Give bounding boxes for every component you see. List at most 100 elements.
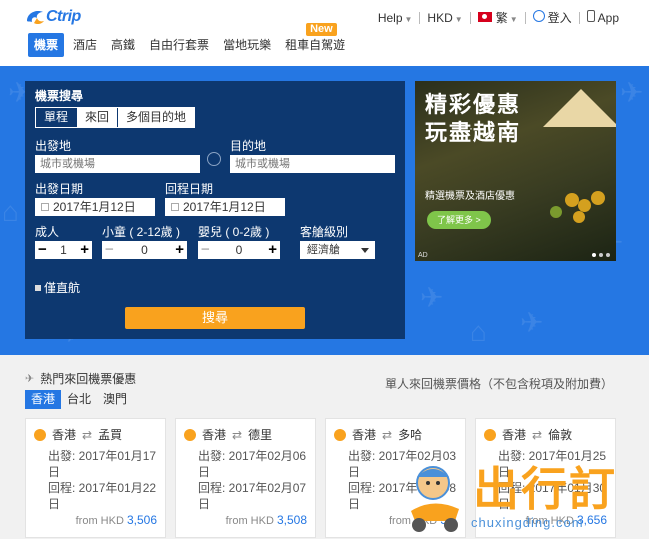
adult-stepper: − 1 + — [35, 241, 92, 259]
origin-label: 出發地 — [35, 139, 72, 153]
deal-card[interactable]: 香港 ⇄ 孟買 出發: 2017年01月17日 回程: 2017年01月22日 … — [25, 418, 166, 538]
plane-pattern-icon: ✈ — [420, 282, 444, 313]
nav-flights[interactable]: 機票 — [28, 33, 65, 57]
return-date: 回程: 2017年02月07日 — [198, 481, 307, 511]
depart-date-label: 出發日期 — [35, 182, 84, 196]
deal-route: 香港 ⇄ 多哈 — [334, 426, 422, 443]
new-badge: New — [306, 23, 337, 36]
tab-macau[interactable]: 澳門 — [97, 390, 133, 409]
divider — [578, 11, 580, 24]
divider — [524, 11, 526, 24]
price-note: 單人來回機票價格（不包含稅項及附加費） — [384, 377, 613, 391]
deal-card[interactable]: 香港 ⇄ 德里 出發: 2017年02月06日 回程: 2017年02月07日 … — [175, 418, 316, 538]
return-date-field[interactable]: 2017年1月12日 — [165, 198, 285, 216]
plane-pattern-icon: ✈ — [620, 77, 644, 108]
user-icon — [532, 10, 545, 22]
infant-stepper: − 0 + — [198, 241, 280, 259]
login-label: 登入 — [547, 11, 572, 25]
round-trip-icon: ⇄ — [382, 427, 393, 442]
price-prefix: from HKD — [225, 515, 274, 527]
promo-title: 精彩優惠 玩盡越南 — [425, 91, 521, 147]
login-link[interactable]: 登入 — [532, 9, 572, 26]
direct-only-checkbox[interactable]: 僅直航 — [35, 279, 80, 296]
destination-input[interactable] — [230, 155, 395, 173]
chevron-down-icon: ▼ — [454, 14, 463, 24]
tab-one-way[interactable]: 單程 — [36, 108, 78, 127]
nav-activities[interactable]: 當地玩樂 — [218, 33, 276, 57]
minus-icon[interactable]: − — [105, 242, 114, 257]
help-menu[interactable]: Help ▼ — [378, 11, 413, 25]
hero-banner: ✈ ✈ ✈ ✈ ✈ ✈ ⌂ ⌂ 機票搜尋 單程 來回 多個目的地 出發地 目的地… — [0, 66, 649, 355]
vietnam-promo-ad[interactable]: 精彩優惠 玩盡越南 · 精選機票及酒店優惠 了解更多 > AD — [415, 81, 616, 261]
origin-input[interactable] — [35, 155, 200, 173]
dolphin-icon — [27, 11, 44, 25]
chevron-down-icon: ▼ — [509, 15, 518, 24]
round-trip-icon: ⇄ — [82, 427, 93, 442]
search-button[interactable]: 搜尋 — [125, 307, 305, 329]
nav-car-rental[interactable]: 租車自駕遊 New — [280, 23, 350, 57]
plane-pattern-icon: ✈ — [520, 307, 544, 338]
round-trip-icon: ⇄ — [532, 427, 543, 442]
adult-label: 成人 — [35, 225, 60, 239]
promo-title-dot: · — [469, 121, 473, 135]
depart-date-value: 2017年1月12日 — [53, 200, 136, 214]
swap-icon[interactable] — [207, 152, 221, 166]
deal-price: from HKD 3,506 — [76, 513, 157, 527]
fruit-icon — [550, 206, 562, 218]
carousel-dot[interactable] — [592, 253, 596, 257]
chevron-down-icon: ▼ — [404, 14, 413, 24]
deal-route: 香港 ⇄ 德里 — [184, 426, 272, 443]
cabin-label: 客艙級別 — [300, 225, 349, 239]
carousel-dot[interactable] — [606, 253, 610, 257]
help-label: Help — [377, 10, 403, 25]
main-nav: 機票 酒店 高鐵 自由行套票 當地玩樂 租車自駕遊 New — [28, 23, 354, 57]
tab-hong-kong[interactable]: 香港 — [25, 390, 62, 409]
tab-taipei[interactable]: 台北 — [61, 390, 97, 409]
depart-date-field[interactable]: 2017年1月12日 — [35, 198, 155, 216]
airline-icon — [334, 428, 346, 441]
app-link[interactable]: App — [586, 10, 619, 25]
currency-menu[interactable]: HKD ▼ — [427, 11, 462, 25]
return-date-label: 回程日期 — [165, 182, 214, 196]
calendar-icon — [171, 203, 179, 211]
minus-icon[interactable]: − — [38, 242, 47, 257]
departure-city-tabs: 香港 台北 澳門 — [25, 390, 133, 409]
plus-icon[interactable]: + — [175, 242, 184, 257]
promo-subtitle: 精選機票及酒店優惠 — [425, 191, 515, 202]
airline-icon — [484, 428, 496, 441]
deal-route: 香港 ⇄ 孟買 — [34, 426, 122, 443]
watermark-url: chuxingding.com — [471, 515, 584, 530]
cabin-select[interactable]: 經濟艙 — [300, 241, 375, 259]
plus-icon[interactable]: + — [268, 242, 277, 257]
language-label: 繁 — [495, 11, 508, 25]
plane-pattern-icon: ⌂ — [2, 196, 19, 227]
divider — [469, 11, 471, 24]
depart-date: 出發: 2017年02月06日 — [198, 449, 307, 479]
route-to: 多哈 — [398, 428, 423, 442]
learn-more-button[interactable]: 了解更多 > — [427, 211, 491, 229]
conical-hat-icon — [543, 89, 616, 127]
fruit-icon — [565, 193, 579, 207]
route-from: 香港 — [502, 428, 527, 442]
minus-icon[interactable]: − — [201, 242, 210, 257]
infant-label: 嬰兒 ( 0-2歲 ) — [198, 225, 270, 239]
tab-multi-city[interactable]: 多個目的地 — [118, 108, 195, 127]
promo-title-line1: 精彩優惠 — [425, 92, 522, 117]
ctrip-logo[interactable]: Ctrip — [24, 6, 81, 28]
carousel-dot[interactable] — [599, 253, 603, 257]
plus-icon[interactable]: + — [80, 242, 89, 257]
nav-packages[interactable]: 自由行套票 — [144, 33, 214, 57]
route-from: 香港 — [202, 428, 227, 442]
plane-pattern-icon: ⌂ — [470, 316, 487, 347]
nav-hotels[interactable]: 酒店 — [68, 33, 102, 57]
panel-title: 機票搜尋 — [35, 89, 84, 103]
tab-round-trip[interactable]: 來回 — [77, 108, 119, 127]
route-to: 孟買 — [98, 428, 123, 442]
route-to: 倫敦 — [548, 428, 573, 442]
language-menu[interactable]: 繁 ▼ — [477, 9, 518, 26]
nav-high-speed-rail[interactable]: 高鐵 — [106, 33, 140, 57]
ad-label: AD — [418, 252, 428, 259]
deals-heading: ✈ 熱門來回機票優惠 — [25, 370, 136, 387]
infant-count: 0 — [235, 243, 243, 257]
child-label: 小童 ( 2-12歲 ) — [102, 225, 181, 239]
